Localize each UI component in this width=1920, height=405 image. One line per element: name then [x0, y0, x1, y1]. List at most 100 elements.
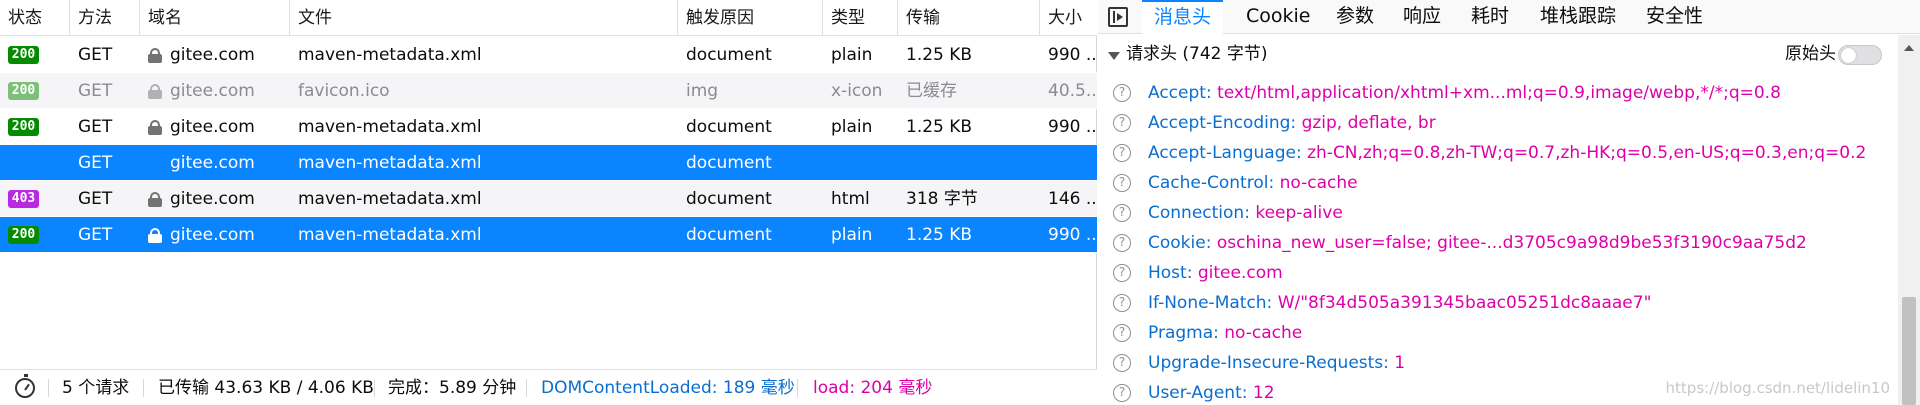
header-value: no-cache [1224, 323, 1303, 343]
request-size: 990 ... [1048, 117, 1097, 137]
help-icon[interactable]: ? [1113, 264, 1131, 282]
request-file: maven-metadata.xml [298, 117, 482, 137]
request-domain: gitee.com [170, 45, 255, 65]
separator [526, 379, 527, 397]
header-row[interactable]: ? Cookie: oschina_new_user=false; gitee-.… [1098, 228, 1898, 258]
separator [48, 379, 49, 397]
help-icon[interactable]: ? [1113, 354, 1131, 372]
scrollbar-thumb[interactable] [1902, 297, 1916, 405]
request-row[interactable]: 200 GET gitee.com maven-metadata.xml doc… [0, 109, 1097, 145]
request-file: maven-metadata.xml [298, 153, 482, 173]
stopwatch-icon[interactable] [15, 374, 35, 398]
header-value: gitee.com [1197, 263, 1283, 283]
help-icon[interactable]: ? [1113, 114, 1131, 132]
request-size: 146 ... [1048, 189, 1097, 209]
separator [374, 379, 375, 397]
request-method: GET [78, 225, 113, 245]
tab-security[interactable]: 安全性 [1646, 0, 1703, 34]
request-domain: gitee.com [170, 153, 255, 173]
header-name: Accept: [1148, 83, 1212, 103]
status-badge: 200 [8, 226, 39, 244]
header-row[interactable]: ? Accept-Language: zh-CN,zh;q=0.8,zh-TW;q… [1098, 138, 1898, 168]
request-rows: 200 GET gitee.com maven-metadata.xml doc… [0, 37, 1097, 253]
request-domain: gitee.com [170, 117, 255, 137]
header-value: no-cache [1279, 173, 1358, 193]
request-file: maven-metadata.xml [298, 45, 482, 65]
header-row[interactable]: ? Host: gitee.com [1098, 258, 1898, 288]
header-value: keep-alive [1255, 203, 1343, 223]
request-headers-section[interactable]: 请求头 (742 字节) 原始头 [1098, 35, 1898, 73]
column-header-size[interactable]: 大小 [1040, 0, 1097, 36]
load-time: load: 204 毫秒 [813, 378, 933, 398]
request-row[interactable]: GET gitee.com maven-metadata.xml documen… [0, 145, 1097, 181]
tab-cookie[interactable]: Cookie [1246, 0, 1311, 34]
request-type: plain [831, 117, 873, 137]
header-row[interactable]: ? If-None-Match: W/"8f34d505a391345baac05… [1098, 288, 1898, 318]
section-title: 请求头 (742 字节) [1126, 44, 1268, 64]
tab-params[interactable]: 参数 [1336, 0, 1374, 34]
toggle-sidebar-icon[interactable] [1108, 7, 1128, 27]
column-header-method[interactable]: 方法 [70, 0, 140, 36]
raw-headers-label: 原始头 [1785, 44, 1836, 64]
header-row[interactable]: ? Accept: text/html,application/xhtml+xm.… [1098, 78, 1898, 108]
header-row[interactable]: ? Accept-Encoding: gzip, deflate, br [1098, 108, 1898, 138]
header-row[interactable]: ? Cache-Control: no-cache [1098, 168, 1898, 198]
request-size: 990 ... [1048, 45, 1097, 65]
lock-icon [148, 84, 162, 99]
status-badge: 403 [8, 190, 39, 208]
request-cause: document [686, 225, 772, 245]
request-transferred: 1.25 KB [906, 225, 973, 245]
header-value: gzip, deflate, br [1301, 113, 1436, 133]
request-row[interactable]: 403 GET gitee.com maven-metadata.xml doc… [0, 181, 1097, 217]
header-name: Host: [1148, 263, 1193, 283]
help-icon[interactable]: ? [1113, 324, 1131, 342]
column-header-transferred[interactable]: 传输 [898, 0, 1040, 36]
lock-icon [148, 228, 162, 243]
help-icon[interactable]: ? [1113, 384, 1131, 402]
tab-stack-trace[interactable]: 堆栈跟踪 [1540, 0, 1616, 34]
column-header-domain[interactable]: 域名 [140, 0, 290, 36]
help-icon[interactable]: ? [1113, 204, 1131, 222]
header-row[interactable]: ? Upgrade-Insecure-Requests: 1 [1098, 348, 1898, 378]
request-transferred: 318 字节 [906, 189, 978, 209]
column-header-file[interactable]: 文件 [290, 0, 678, 36]
header-value: text/html,application/xhtml+xm...ml;q=0.… [1217, 83, 1781, 103]
header-value: 12 [1252, 383, 1275, 403]
header-row[interactable]: ? Pragma: no-cache [1098, 318, 1898, 348]
separator [797, 379, 798, 397]
request-cause: img [686, 81, 719, 101]
details-tab-bar: 消息头 Cookie 参数 响应 耗时 堆栈跟踪 安全性 [1098, 0, 1920, 34]
scroll-up-arrow-icon[interactable] [1904, 45, 1914, 51]
request-row[interactable]: 200 GET gitee.com maven-metadata.xml doc… [0, 37, 1097, 73]
lock-icon [148, 120, 162, 135]
request-transferred: 1.25 KB [906, 45, 973, 65]
request-row[interactable]: 200 GET gitee.com maven-metadata.xml doc… [0, 217, 1097, 253]
help-icon[interactable]: ? [1113, 174, 1131, 192]
request-domain: gitee.com [170, 225, 255, 245]
separator [143, 379, 144, 397]
help-icon[interactable]: ? [1113, 234, 1131, 252]
tab-response[interactable]: 响应 [1403, 0, 1441, 34]
lock-icon [148, 48, 162, 63]
request-size: 40.5... [1048, 81, 1097, 101]
request-file: maven-metadata.xml [298, 189, 482, 209]
column-header-status[interactable]: 状态 [0, 0, 70, 36]
column-header-cause[interactable]: 触发原因 [678, 0, 823, 36]
help-icon[interactable]: ? [1113, 294, 1131, 312]
collapse-triangle-icon[interactable] [1108, 52, 1120, 60]
request-type: x-icon [831, 81, 883, 101]
request-size: 990 ... [1048, 225, 1097, 245]
request-table-header: 状态 方法 域名 文件 触发原因 类型 传输 大小 [0, 0, 1097, 36]
help-icon[interactable]: ? [1113, 144, 1131, 162]
tab-timings[interactable]: 耗时 [1471, 0, 1509, 34]
header-row[interactable]: ? Connection: keep-alive [1098, 198, 1898, 228]
request-row[interactable]: 200 GET gitee.com favicon.ico img x-icon… [0, 73, 1097, 109]
tab-headers[interactable]: 消息头 [1142, 0, 1224, 34]
request-details-panel: 消息头 Cookie 参数 响应 耗时 堆栈跟踪 安全性 请求头 (742 字节… [1098, 0, 1920, 405]
column-header-type[interactable]: 类型 [823, 0, 898, 36]
vertical-scrollbar[interactable] [1898, 35, 1920, 405]
header-value: oschina_new_user=false; gitee-...d3705c9… [1216, 233, 1807, 253]
help-icon[interactable]: ? [1113, 84, 1131, 102]
header-value: W/"8f34d505a391345baac05251dc8aaae7" [1277, 293, 1652, 313]
raw-headers-toggle[interactable] [1838, 45, 1882, 65]
